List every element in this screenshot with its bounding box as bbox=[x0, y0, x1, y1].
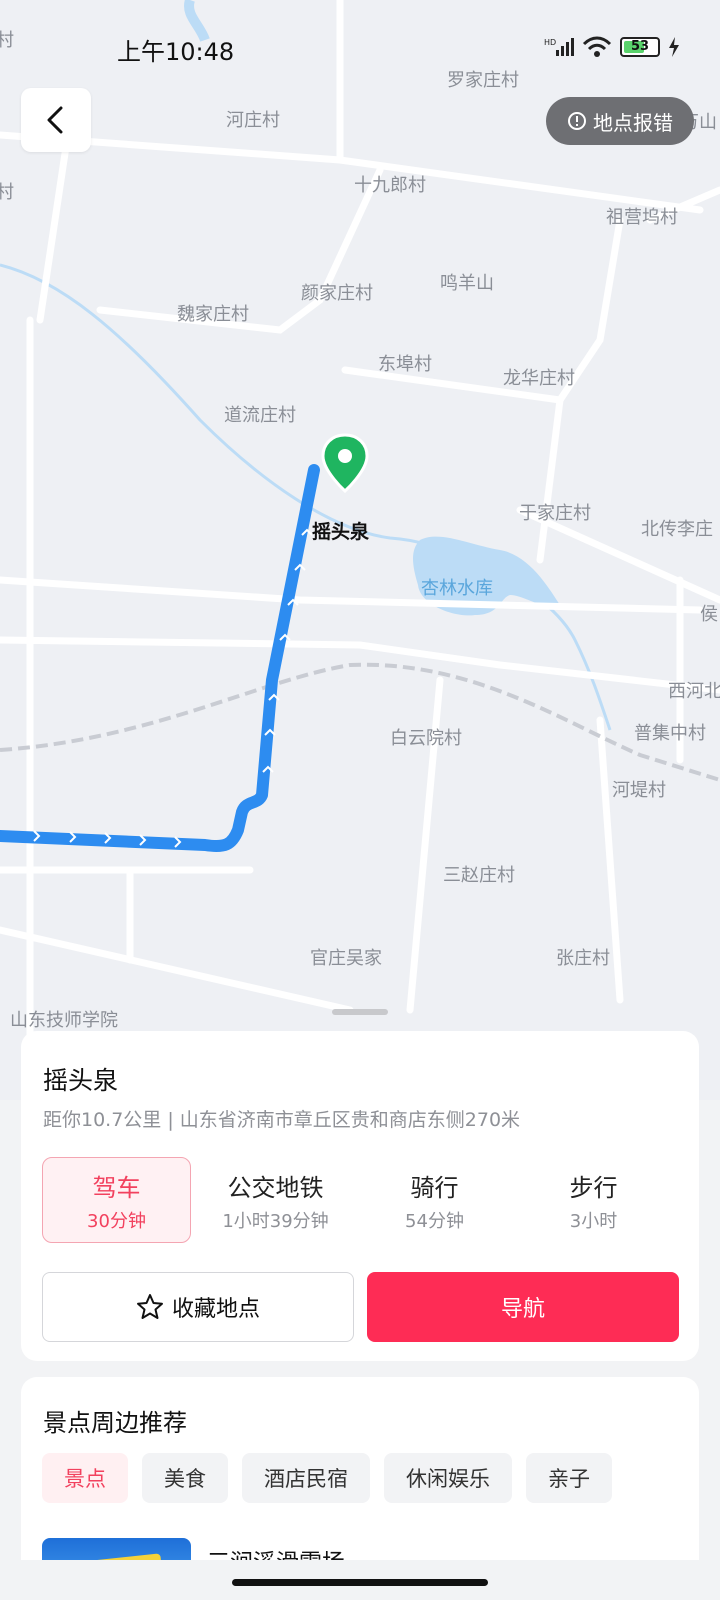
map-label: 山东技师学院 bbox=[10, 1010, 118, 1031]
navigate-button[interactable]: 导航 bbox=[367, 1272, 679, 1342]
map-label: 魏家庄村 bbox=[177, 304, 249, 325]
status-bar: 上午10:48 HD 53 bbox=[0, 0, 720, 96]
mode-name: 公交地铁 bbox=[227, 1173, 324, 1202]
map-label: 白云院村 bbox=[390, 728, 462, 749]
map-label: 侯 bbox=[700, 604, 718, 625]
map-label: 祖营坞村 bbox=[606, 207, 678, 228]
sheet-drag-handle[interactable] bbox=[332, 1009, 388, 1015]
chip-hotels[interactable]: 酒店民宿 bbox=[242, 1453, 370, 1503]
tab-driving[interactable]: 驾车 30分钟 bbox=[42, 1157, 191, 1243]
svg-text:HD: HD bbox=[544, 38, 556, 47]
travel-mode-tabs: 驾车 30分钟 公交地铁 1小时39分钟 骑行 54分钟 步行 3小时 bbox=[42, 1157, 678, 1243]
chip-attractions[interactable]: 景点 bbox=[42, 1453, 128, 1503]
battery-level: 53 bbox=[630, 39, 650, 54]
map-label: 杏林水库 bbox=[421, 578, 493, 599]
report-error-button[interactable]: 地点报错 bbox=[546, 97, 694, 145]
home-indicator[interactable] bbox=[232, 1579, 488, 1586]
chip-family[interactable]: 亲子 bbox=[526, 1453, 612, 1503]
star-icon bbox=[136, 1294, 163, 1319]
status-time: 上午10:48 bbox=[117, 38, 235, 66]
chip-leisure[interactable]: 休闲娱乐 bbox=[384, 1453, 512, 1503]
map-label: 于家庄村 bbox=[519, 503, 591, 524]
map-label: 河庄村 bbox=[226, 110, 280, 131]
map-view[interactable]: 摇头泉 罗家庄村 河庄村 万山 十九郎村 祖营坞村 鸣羊山 颜家庄村 魏家庄村 … bbox=[0, 0, 720, 1100]
destination-map-label: 摇头泉 bbox=[312, 521, 370, 543]
map-label: 村 bbox=[0, 182, 14, 203]
place-subtitle: 距你10.7公里 | 山东省济南市章丘区贵和商店东侧270米 bbox=[43, 1109, 521, 1131]
status-icons: HD 53 bbox=[544, 36, 680, 58]
map-label: 张庄村 bbox=[556, 948, 610, 969]
map-label: 西河北 bbox=[668, 681, 720, 702]
nearby-recommend-card: 景点周边推荐 景点 美食 酒店民宿 休闲娱乐 亲子 三涧溪滑雪场 bbox=[21, 1377, 699, 1577]
map-label: 北传李庄 bbox=[641, 519, 713, 540]
map-label: 普集中村 bbox=[634, 723, 706, 744]
place-title: 摇头泉 bbox=[43, 1066, 119, 1095]
map-label: 道流庄村 bbox=[224, 405, 296, 426]
map-label: 河堤村 bbox=[612, 780, 666, 801]
hd-signal-icon: HD bbox=[544, 38, 574, 56]
place-info-card: 摇头泉 距你10.7公里 | 山东省济南市章丘区贵和商店东侧270米 驾车 30… bbox=[21, 1031, 699, 1361]
favorite-label: 收藏地点 bbox=[171, 1297, 260, 1322]
mode-name: 步行 bbox=[569, 1173, 618, 1202]
report-error-label: 地点报错 bbox=[593, 110, 673, 135]
map-label: 十九郎村 bbox=[354, 175, 426, 196]
chip-food[interactable]: 美食 bbox=[142, 1453, 228, 1503]
info-circle-icon bbox=[568, 112, 586, 130]
mode-name: 骑行 bbox=[410, 1173, 459, 1202]
battery-icon: 53 bbox=[620, 37, 660, 57]
tab-transit[interactable]: 公交地铁 1小时39分钟 bbox=[201, 1157, 350, 1243]
map-label: 东埠村 bbox=[378, 354, 432, 375]
mode-name: 驾车 bbox=[92, 1173, 141, 1202]
charging-icon bbox=[669, 37, 679, 57]
map-label: 龙华庄村 bbox=[503, 368, 575, 389]
favorite-place-button[interactable]: 收藏地点 bbox=[42, 1272, 354, 1342]
map-label: 三赵庄村 bbox=[443, 865, 515, 886]
mode-duration: 1小时39分钟 bbox=[222, 1210, 329, 1232]
map-label: 官庄吴家 bbox=[310, 948, 382, 969]
tab-walking[interactable]: 步行 3小时 bbox=[519, 1157, 668, 1243]
mode-duration: 30分钟 bbox=[87, 1210, 146, 1232]
recommend-category-chips: 景点 美食 酒店民宿 休闲娱乐 亲子 bbox=[42, 1453, 612, 1503]
wifi-icon bbox=[582, 36, 612, 57]
mode-duration: 54分钟 bbox=[405, 1210, 464, 1232]
destination-pin-icon bbox=[321, 433, 369, 493]
map-canvas bbox=[0, 0, 720, 1100]
map-label: 鸣羊山 bbox=[440, 273, 494, 294]
map-label: 颜家庄村 bbox=[301, 283, 373, 304]
mode-duration: 3小时 bbox=[569, 1210, 618, 1232]
chevron-left-icon bbox=[47, 106, 63, 134]
navigate-label: 导航 bbox=[500, 1297, 545, 1322]
recommend-title: 景点周边推荐 bbox=[43, 1409, 187, 1437]
back-button[interactable] bbox=[21, 88, 91, 152]
tab-cycling[interactable]: 骑行 54分钟 bbox=[360, 1157, 509, 1243]
